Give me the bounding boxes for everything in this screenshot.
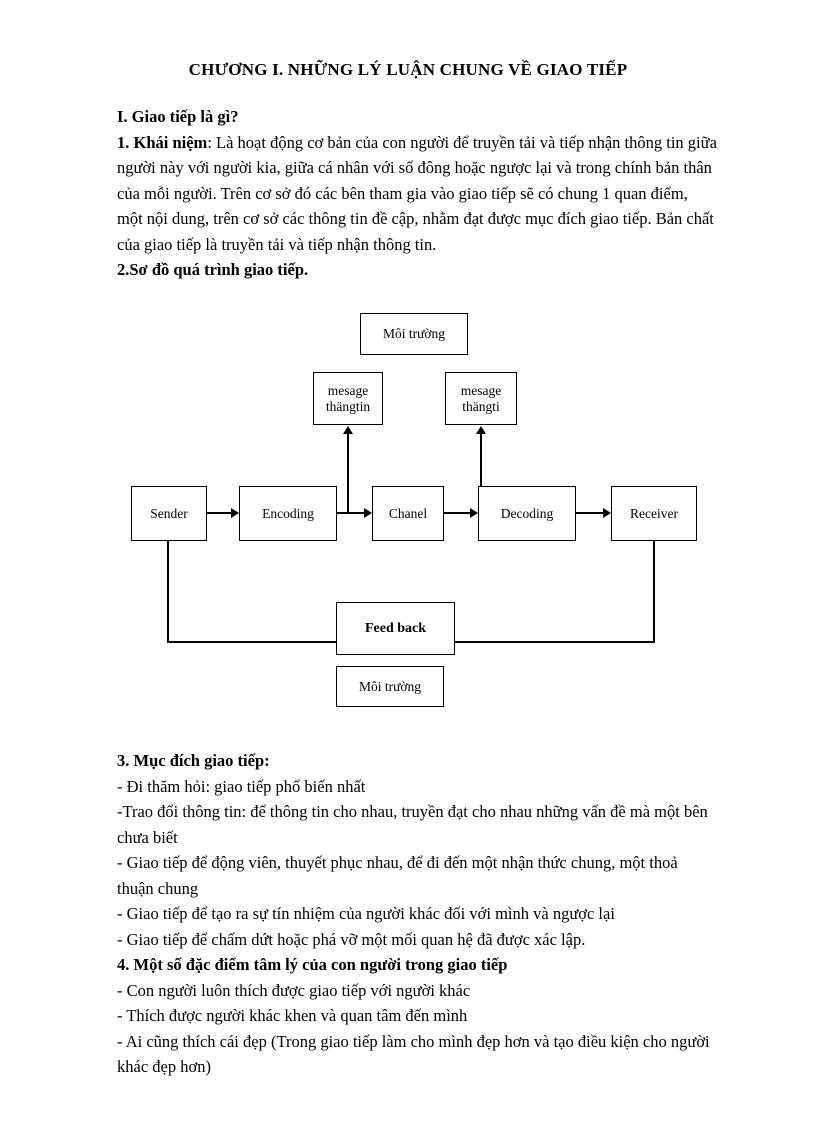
section-four-bullet-0: - Con người luôn thích được giao tiếp vớ…	[117, 980, 471, 1000]
arrowhead-mesage-thangtin	[343, 426, 353, 434]
section-one-item1-label: 1. Khái niệm	[117, 132, 208, 152]
document-page: CHƯƠNG I. NHỮNG LÝ LUẬN CHUNG VỀ GIAO TI…	[0, 0, 816, 1123]
section-three-bullet-2: - Giao tiếp để động viên, thuyết phục nh…	[117, 853, 678, 898]
node-decoding-label: Decoding	[500, 505, 554, 521]
section-four-bullet-2: - Ai cũng thích cái đẹp (Trong giao tiếp…	[117, 1031, 710, 1077]
section-one-heading: I. Giao tiếp là gì?	[117, 107, 239, 126]
node-chanel: Chanel	[372, 486, 444, 541]
edge-link-to-mesage-thangti	[480, 433, 482, 513]
arrowhead-mesage-thangti	[476, 426, 486, 434]
arrowhead-decoding-receiver	[603, 508, 611, 518]
section-four-bullet-1: - Thích được người khác khen và quan tâm…	[117, 1006, 468, 1025]
edge-receiver-down	[653, 541, 655, 643]
edge-sender-encoding	[207, 512, 231, 514]
page-title: CHƯƠNG I. NHỮNG LÝ LUẬN CHUNG VỀ GIAO TI…	[188, 60, 628, 79]
arrowhead-encoding-chanel	[364, 508, 372, 518]
section-one-item1-text: : Là hoạt động cơ bản của con người để t…	[117, 132, 717, 254]
node-sender-label: Sender	[150, 505, 188, 521]
edge-decoding-receiver	[576, 512, 603, 514]
section-one-textblock: I. Giao tiếp là gì? 1. Khái niệm: Là hoạ…	[117, 104, 717, 283]
node-moi-truong-top-label: Môi trường	[382, 326, 446, 341]
section-three-bullet-0: - Đi thăm hỏi: giao tiếp phổ biến nhất	[117, 776, 366, 796]
section-four-heading: 4. Một số đặc điểm tâm lý của con người …	[117, 955, 508, 974]
node-sender: Sender	[131, 486, 207, 541]
node-chanel-label: Chanel	[388, 505, 428, 521]
edge-chanel-decoding	[444, 512, 470, 514]
node-receiver-label: Receiver	[630, 505, 678, 521]
node-moi-truong-top: Môi trường	[360, 313, 468, 355]
node-mesage-thangti-stack: mesage thängti	[461, 383, 501, 415]
section-three-bullet-4: - Giao tiếp để chấm dứt hoặc phá vỡ một …	[117, 929, 586, 949]
node-mesage-thangtin-stack: mesage thängtin	[326, 383, 370, 415]
node-mesage-thangtin-line2: thängtin	[325, 398, 371, 414]
arrowhead-sender-encoding	[231, 508, 239, 518]
section-three-bullet-3: - Giao tiếp để tạo ra sự tín nhiệm của n…	[117, 904, 615, 923]
section-one-item1: 1. Khái niệm: Là hoạt động cơ bản của co…	[117, 130, 717, 258]
edge-feedback-right	[454, 641, 655, 643]
node-decoding: Decoding	[478, 486, 576, 541]
node-encoding: Encoding	[239, 486, 337, 541]
section-one-item2-label: 2.Sơ đồ quá trình giao tiếp.	[117, 260, 309, 279]
edge-feedback-left	[167, 641, 338, 643]
edge-encoding-chanel	[337, 512, 364, 514]
node-mesage-thangtin-line1: mesage	[327, 382, 369, 398]
node-mesage-thangtin: mesage thängtin	[313, 372, 383, 425]
section-three-bullet-1: -Trao đổi thông tin: để thông tin cho nh…	[117, 802, 708, 847]
arrowhead-chanel-decoding	[470, 508, 478, 518]
node-feed-back-label: Feed back	[364, 620, 427, 636]
node-moi-truong-bottom-label: Môi trường	[358, 678, 422, 694]
edge-sender-down	[167, 541, 169, 643]
node-mesage-thangti: mesage thängti	[445, 372, 517, 425]
section-three-four-textblock: 3. Mục đích giao tiếp: - Đi thăm hỏi: gi…	[117, 748, 717, 1080]
edge-link-to-mesage-thangtin	[347, 433, 349, 513]
node-receiver: Receiver	[611, 486, 697, 541]
node-mesage-thangti-line1: mesage	[460, 382, 502, 398]
node-feed-back: Feed back	[336, 602, 455, 655]
node-mesage-thangti-line2: thängti	[462, 398, 500, 414]
section-three-heading: 3. Mục đích giao tiếp:	[117, 751, 270, 770]
node-encoding-label: Encoding	[262, 505, 314, 521]
node-moi-truong-bottom: Môi trường	[336, 666, 444, 707]
